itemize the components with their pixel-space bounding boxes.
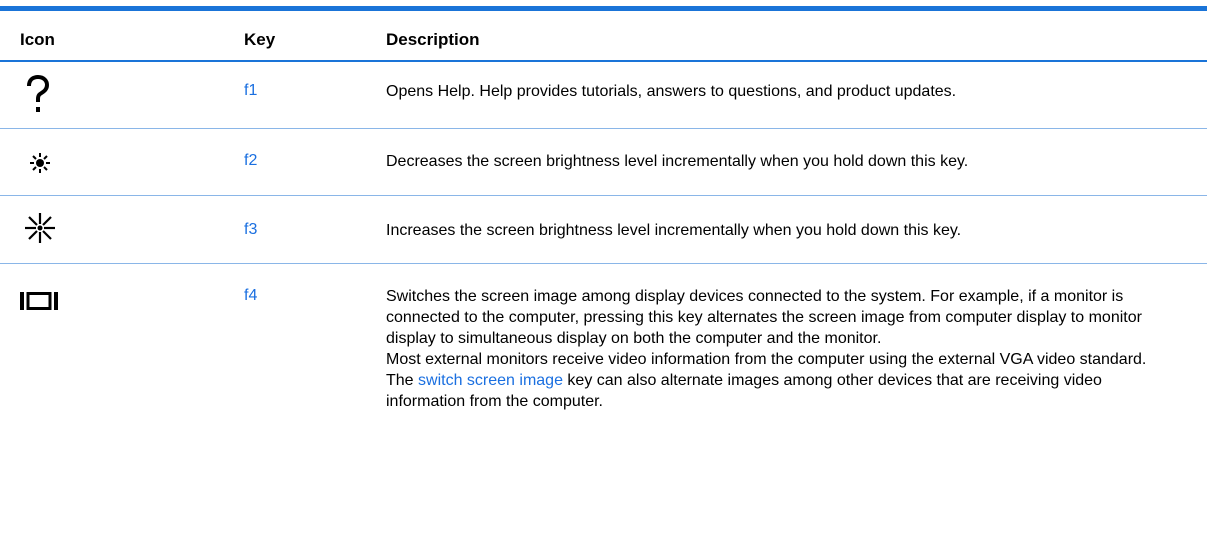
switch-screen-icon xyxy=(20,291,60,311)
row-rule xyxy=(0,128,1207,129)
brightness-up-icon xyxy=(24,212,56,244)
key-f4[interactable]: f4 xyxy=(244,286,257,306)
key-f2[interactable]: f2 xyxy=(244,151,257,171)
description-f4-note: Most external monitors receive video inf… xyxy=(386,349,1176,412)
switch-screen-image-link[interactable]: switch screen image xyxy=(418,372,563,389)
question-mark-icon xyxy=(26,75,50,115)
header-rule xyxy=(0,60,1207,62)
description-f3: Increases the screen brightness level in… xyxy=(386,222,962,239)
table-top-rule xyxy=(0,6,1207,11)
description-f4: Switches the screen image among display … xyxy=(386,286,1176,412)
description-f4-paragraph: Switches the screen image among display … xyxy=(386,288,1142,347)
key-f1[interactable]: f1 xyxy=(244,81,257,101)
brightness-down-icon xyxy=(29,152,51,174)
description-f1: Opens Help. Help provides tutorials, ans… xyxy=(386,83,957,100)
header-description: Description xyxy=(386,30,480,49)
description-f2: Decreases the screen brightness level in… xyxy=(386,153,969,170)
row-rule xyxy=(0,195,1207,196)
header-key: Key xyxy=(244,30,276,49)
header-icon: Icon xyxy=(20,30,55,49)
row-rule xyxy=(0,263,1207,264)
function-key-table: Icon Key Description f1 Opens Help. Help… xyxy=(0,0,1207,554)
key-f3[interactable]: f3 xyxy=(244,220,257,240)
